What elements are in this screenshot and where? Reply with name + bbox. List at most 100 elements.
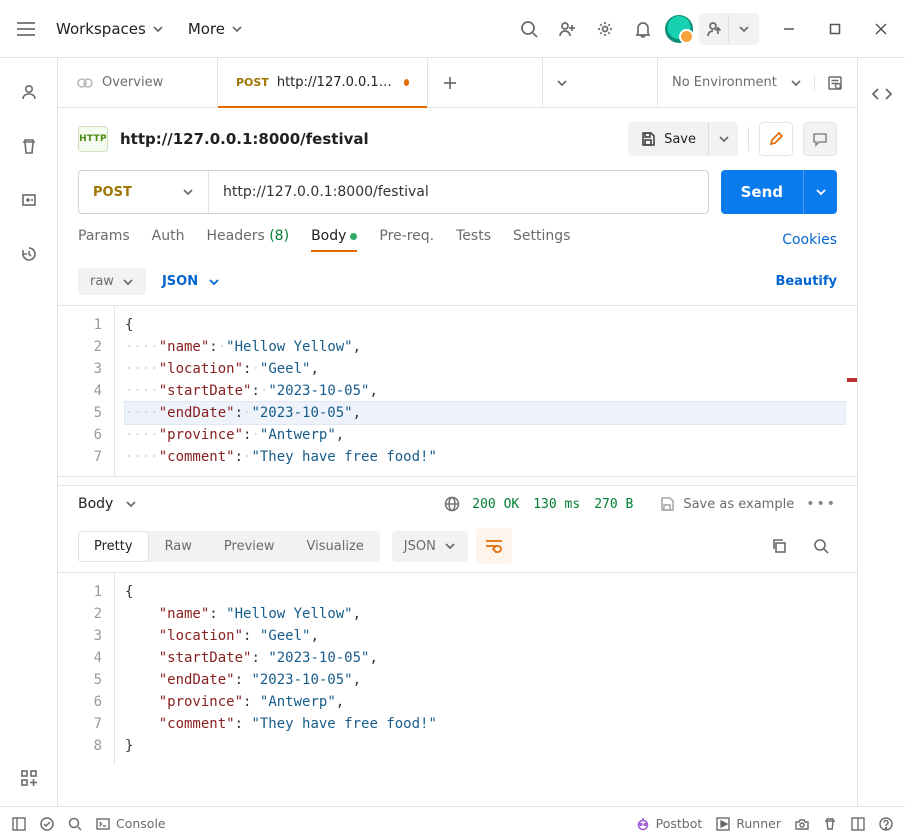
- tab-method: POST: [236, 76, 269, 89]
- chevron-down-icon: [152, 23, 164, 35]
- response-body-viewer[interactable]: 12345678{ "name": "Hellow Yellow", "loca…: [58, 572, 857, 765]
- trash-status-icon[interactable]: [823, 817, 837, 831]
- edit-button[interactable]: [759, 122, 793, 156]
- more-options-icon[interactable]: •••: [806, 496, 837, 512]
- save-button[interactable]: Save: [628, 122, 738, 156]
- window-minimize[interactable]: [775, 19, 803, 39]
- add-block-icon[interactable]: [13, 762, 45, 794]
- panel-toggle-icon[interactable]: [12, 817, 26, 831]
- environment-details-icon[interactable]: [814, 75, 843, 91]
- save-as-example-button[interactable]: Save as example: [659, 496, 794, 512]
- tab-settings[interactable]: Settings: [513, 228, 570, 252]
- url-input[interactable]: http://127.0.0.1:8000/festival: [209, 171, 708, 213]
- comments-button[interactable]: [803, 122, 837, 156]
- response-time: 130 ms: [533, 497, 580, 512]
- view-raw[interactable]: Raw: [149, 531, 208, 562]
- runner-icon: [716, 817, 730, 831]
- more-label: More: [188, 20, 225, 38]
- view-pretty[interactable]: Pretty: [78, 531, 149, 562]
- save-label: Save: [664, 132, 696, 147]
- send-caret[interactable]: [803, 170, 837, 214]
- response-section-label[interactable]: Body: [78, 496, 113, 512]
- workspaces-menu[interactable]: Workspaces: [46, 14, 174, 44]
- window-maximize[interactable]: [821, 19, 849, 39]
- unsaved-dot-icon: [404, 79, 409, 86]
- runner-button[interactable]: Runner: [716, 816, 781, 831]
- upgrade-caret[interactable]: [729, 13, 759, 45]
- body-format-select[interactable]: JSON: [162, 274, 220, 289]
- two-pane-icon[interactable]: [851, 817, 865, 831]
- request-body-editor[interactable]: 1234567{ ····"name":·"Hellow Yellow", ··…: [58, 305, 857, 477]
- globe-icon[interactable]: [444, 496, 460, 512]
- response-format-select[interactable]: JSON: [392, 531, 468, 562]
- help-icon[interactable]: [879, 817, 893, 831]
- tab-menu-caret[interactable]: [542, 58, 582, 107]
- trash-icon[interactable]: [13, 130, 45, 162]
- postbot-icon: [636, 817, 650, 831]
- code-panel-icon[interactable]: [866, 78, 898, 110]
- history-icon[interactable]: [13, 238, 45, 270]
- tab-headers[interactable]: Headers (8): [206, 228, 289, 252]
- chevron-down-icon: [182, 186, 194, 198]
- response-meta: 200 OK 130 ms 270 B: [472, 497, 633, 512]
- environment-caret[interactable]: [790, 77, 802, 89]
- cookies-link[interactable]: Cookies: [782, 232, 837, 248]
- environment-label[interactable]: No Environment: [672, 75, 777, 90]
- save-icon: [659, 496, 675, 512]
- body-type-select[interactable]: raw: [78, 268, 146, 295]
- view-preview[interactable]: Preview: [208, 531, 291, 562]
- tab-tests[interactable]: Tests: [456, 228, 491, 252]
- search-response-button[interactable]: [805, 530, 837, 562]
- chevron-down-icon[interactable]: [125, 498, 137, 510]
- body-indicator-icon: [350, 233, 357, 240]
- tab-title: http://127.0.0.1:8000/fe: [277, 75, 396, 90]
- settings-icon[interactable]: [589, 13, 621, 45]
- beautify-button[interactable]: Beautify: [775, 274, 837, 289]
- workspaces-label: Workspaces: [56, 20, 146, 38]
- monitor-icon[interactable]: [13, 184, 45, 216]
- chevron-down-icon: [122, 276, 134, 288]
- upgrade-icon[interactable]: [699, 13, 729, 45]
- tab-auth[interactable]: Auth: [152, 228, 185, 252]
- search-icon[interactable]: [513, 13, 545, 45]
- capture-icon[interactable]: [795, 817, 809, 831]
- send-button[interactable]: Send: [721, 170, 837, 214]
- find-icon[interactable]: [68, 817, 82, 831]
- body-format-label: JSON: [162, 274, 198, 289]
- wrap-icon: [485, 539, 503, 553]
- avatar[interactable]: [665, 15, 693, 43]
- new-tab-button[interactable]: [434, 67, 466, 99]
- chevron-down-icon: [208, 276, 220, 288]
- tab-request[interactable]: POST http://127.0.0.1:8000/fe: [218, 58, 428, 107]
- more-menu[interactable]: More: [178, 14, 253, 44]
- sync-status-icon[interactable]: [40, 817, 54, 831]
- body-type-label: raw: [90, 274, 114, 289]
- request-title[interactable]: http://127.0.0.1:8000/festival: [120, 130, 369, 148]
- http-badge: HTTP: [78, 126, 108, 152]
- notifications-icon[interactable]: [627, 13, 659, 45]
- response-size: 270 B: [594, 497, 633, 512]
- tab-prereq[interactable]: Pre-req.: [379, 228, 434, 252]
- save-icon: [640, 131, 656, 147]
- tab-body[interactable]: Body: [311, 228, 357, 252]
- chevron-down-icon: [444, 540, 456, 552]
- overview-icon: [76, 77, 94, 89]
- chevron-down-icon: [231, 23, 243, 35]
- account-icon[interactable]: [13, 76, 45, 108]
- send-label: Send: [741, 183, 783, 201]
- view-visualize[interactable]: Visualize: [291, 531, 380, 562]
- invite-icon[interactable]: [551, 13, 583, 45]
- postbot-button[interactable]: Postbot: [636, 816, 703, 831]
- wrap-lines-button[interactable]: [476, 528, 512, 564]
- window-close[interactable]: [867, 19, 895, 39]
- save-caret[interactable]: [708, 122, 738, 156]
- hamburger-icon[interactable]: [10, 13, 42, 45]
- method-select[interactable]: POST: [79, 171, 209, 213]
- tab-overview[interactable]: Overview: [58, 58, 218, 107]
- copy-response-button[interactable]: [763, 530, 795, 562]
- console-button[interactable]: Console: [96, 816, 166, 831]
- tab-params[interactable]: Params: [78, 228, 130, 252]
- console-icon: [96, 817, 110, 831]
- response-status: 200 OK: [472, 497, 519, 512]
- upgrade-group[interactable]: [699, 13, 759, 45]
